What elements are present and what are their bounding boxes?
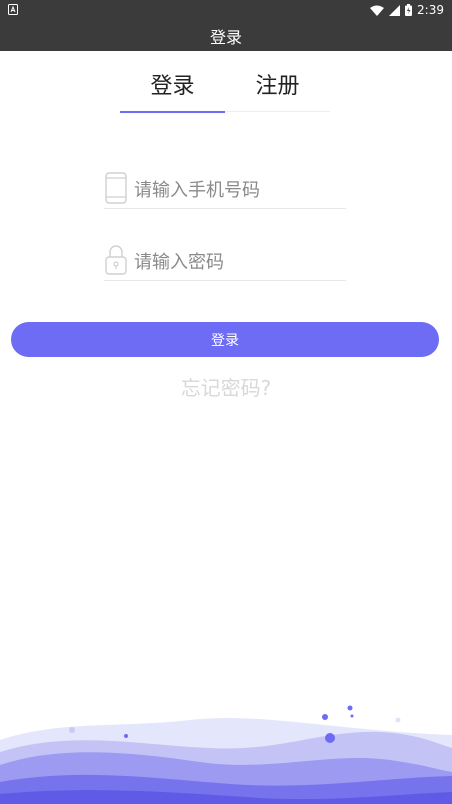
tab-active-indicator	[120, 111, 225, 113]
login-button[interactable]: 登录	[11, 322, 439, 357]
signal-icon	[389, 4, 401, 16]
phone-icon	[105, 172, 127, 204]
title-bar: 登录	[0, 20, 452, 51]
page-title: 登录	[209, 27, 242, 47]
password-field	[104, 244, 346, 281]
status-time: 2:39	[417, 3, 444, 17]
password-input[interactable]	[134, 246, 344, 278]
status-bar: 2:39	[0, 0, 452, 20]
decorative-waves	[0, 705, 452, 804]
login-screen: 2:39 登录 登录 注册 登录 忘记密码?	[0, 0, 452, 804]
phone-field	[104, 172, 346, 209]
android-notification-icon	[8, 4, 18, 15]
auth-tabs: 登录 注册	[120, 52, 330, 114]
tab-register[interactable]: 注册	[225, 68, 330, 100]
lock-icon	[105, 245, 127, 275]
battery-icon	[405, 4, 413, 16]
wifi-icon	[370, 5, 385, 16]
forgot-password-link[interactable]: 忘记密码?	[0, 372, 452, 401]
tab-login[interactable]: 登录	[120, 68, 225, 100]
phone-input[interactable]	[134, 174, 344, 206]
